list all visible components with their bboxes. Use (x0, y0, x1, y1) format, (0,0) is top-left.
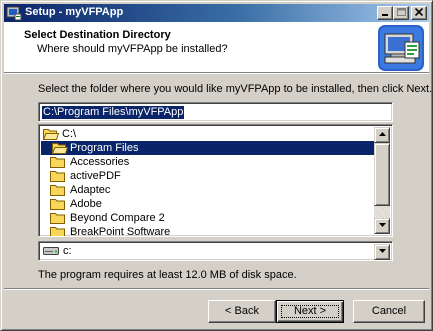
folder-icon (50, 185, 65, 196)
directory-label: activePDF (70, 170, 121, 182)
directory-list[interactable]: C:\ Program Files Accessories activePDF (38, 124, 393, 237)
directory-item[interactable]: Accessories (41, 155, 376, 169)
directory-label: Program Files (70, 142, 139, 154)
directory-item[interactable]: C:\ (41, 127, 376, 141)
folder-icon (50, 199, 65, 210)
destination-path-value[interactable]: C:\Program Files\myVFPApp (42, 106, 185, 119)
open-folder-icon (43, 129, 59, 140)
maximize-button (393, 6, 409, 20)
drive-label: c: (63, 245, 72, 257)
instruction-text: Select the folder where you would like m… (38, 83, 433, 95)
scroll-up-button[interactable] (374, 127, 390, 143)
window-title: Setup - myVFPApp (25, 6, 124, 18)
directory-label: Adaptec (70, 184, 111, 196)
directory-scrollbar[interactable] (374, 127, 390, 234)
next-button[interactable]: Next > (276, 300, 344, 323)
folder-icon (50, 213, 65, 224)
directory-item[interactable]: BreakPoint Software (41, 225, 376, 237)
directory-label: Accessories (70, 156, 130, 168)
close-button[interactable] (411, 6, 427, 20)
wizard-header: Select Destination Directory Where shoul… (4, 22, 429, 72)
open-folder-icon (52, 143, 68, 154)
cancel-button[interactable]: Cancel (353, 300, 425, 323)
chevron-down-icon (378, 249, 386, 253)
scroll-thumb[interactable] (374, 143, 390, 206)
directory-item[interactable]: Adaptec (41, 183, 376, 197)
setup-window: Setup - myVFPApp Select Destination Dire… (0, 0, 433, 331)
directory-item[interactable]: Beyond Compare 2 (41, 211, 376, 225)
title-bar[interactable]: Setup - myVFPApp (4, 4, 429, 22)
close-icon (415, 8, 423, 16)
scroll-down-button[interactable] (374, 218, 390, 234)
minimize-icon (382, 14, 388, 16)
focus-rectangle (281, 305, 339, 318)
computer-install-icon (378, 25, 424, 71)
folder-icon (50, 171, 65, 182)
header-divider (4, 72, 429, 74)
maximize-icon (396, 8, 406, 16)
drive-icon (43, 247, 59, 255)
directory-label: Beyond Compare 2 (70, 212, 165, 224)
directory-item[interactable]: activePDF (41, 169, 376, 183)
directory-label: C:\ (62, 128, 77, 140)
page-title: Select Destination Directory (24, 29, 171, 41)
directory-item-selected[interactable]: Program Files (41, 141, 376, 155)
page-subtitle: Where should myVFPApp be installed? (37, 43, 228, 55)
folder-icon (50, 227, 65, 236)
disk-space-requirement: The program requires at least 12.0 MB of… (38, 269, 297, 281)
drive-select[interactable]: c: (38, 241, 393, 261)
directory-label: BreakPoint Software (70, 226, 171, 237)
directory-item[interactable]: Adobe (41, 197, 376, 211)
folder-icon (50, 157, 65, 168)
drive-dropdown-button[interactable] (374, 244, 390, 260)
arrow-down-icon (378, 223, 386, 227)
setup-app-icon (6, 6, 22, 21)
footer-divider (4, 288, 429, 290)
back-button[interactable]: < Back (208, 300, 276, 323)
directory-label: Adobe (70, 198, 102, 210)
destination-path-input[interactable]: C:\Program Files\myVFPApp (38, 102, 393, 122)
minimize-button[interactable] (377, 6, 393, 20)
arrow-up-icon (378, 132, 386, 136)
